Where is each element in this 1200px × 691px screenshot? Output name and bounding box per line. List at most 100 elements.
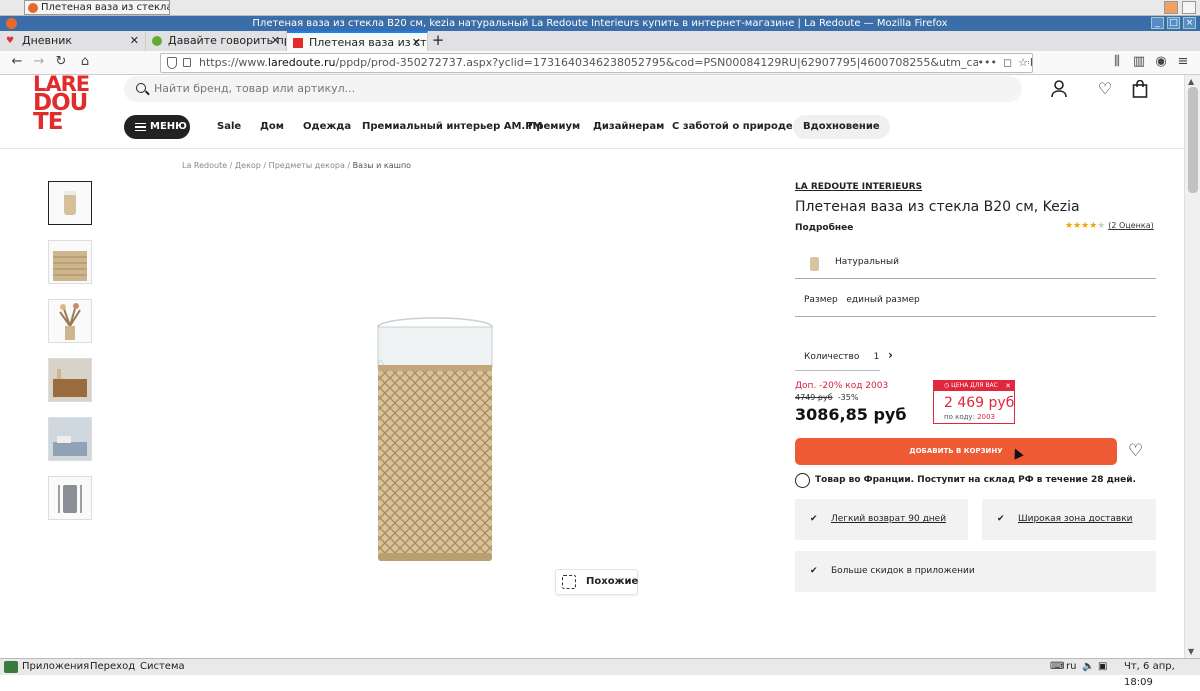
size-row[interactable]: Размер единый размер xyxy=(804,295,920,305)
address-bar[interactable]: https://www.laredoute.ru/ppdp/prod-35027… xyxy=(160,53,1033,73)
details-link[interactable]: Подробнее xyxy=(795,223,853,233)
close-tab-icon[interactable]: ✕ xyxy=(412,33,421,51)
thumbnail-vase-closeup[interactable] xyxy=(48,240,92,284)
tracking-shield-icon[interactable] xyxy=(167,57,177,69)
taskbar-window-button[interactable]: Плетеная ваза из стекла... xyxy=(24,0,170,15)
heart-favicon-icon: ♥ xyxy=(6,36,15,46)
thumbnail-vase[interactable] xyxy=(48,181,92,225)
forward-icon[interactable]: → xyxy=(30,53,48,71)
close-button[interactable]: × xyxy=(1183,17,1196,29)
user-icon[interactable] xyxy=(1050,80,1068,98)
feature-delivery-zone[interactable]: ✔ Широкая зона доставки xyxy=(982,499,1156,540)
wishlist-heart-icon[interactable]: ♡ xyxy=(1128,441,1143,461)
window-list-icon[interactable] xyxy=(1182,1,1196,14)
tab-product[interactable]: Плетеная ваза из стекл ✕ xyxy=(287,31,428,51)
similar-button[interactable]: Похожие xyxy=(555,569,638,595)
back-icon[interactable]: ← xyxy=(8,53,26,71)
breadcrumb-item[interactable]: Предметы декора xyxy=(269,161,345,170)
firefox-launcher-icon[interactable] xyxy=(1164,1,1178,14)
volume-icon[interactable]: 🔈 xyxy=(1082,659,1094,675)
scrollbar-thumb[interactable] xyxy=(1188,87,1198,193)
feature-app-discounts[interactable]: ✔ Больше скидок в приложении xyxy=(795,551,1156,592)
breadcrumb-item[interactable]: Вазы и кашпо xyxy=(353,161,411,170)
thumbnail-vase-dimensions[interactable] xyxy=(48,476,92,520)
top-panel: Плетеная ваза из стекла... xyxy=(0,0,1200,16)
network-icon[interactable]: ▣ xyxy=(1098,659,1107,675)
search-input[interactable]: Найти бренд, товар или артикул... xyxy=(124,76,1022,102)
close-icon[interactable]: ✕ xyxy=(1005,381,1011,391)
nav-inspiration[interactable]: Вдохновение xyxy=(793,115,890,139)
keyboard-layout[interactable]: ru xyxy=(1066,659,1076,675)
firefox-icon xyxy=(28,3,38,13)
thumbnail-bedroom-scene[interactable] xyxy=(48,417,92,461)
keyboard-icon[interactable]: ⌨ xyxy=(1050,659,1064,675)
clock[interactable]: Чт, 6 апр, 18:09 xyxy=(1124,659,1200,691)
tab-dnevnik[interactable]: ♥ Дневник ✕ xyxy=(0,31,146,51)
check-icon: ✔ xyxy=(810,514,818,524)
nav-eco[interactable]: С заботой о природе xyxy=(672,115,793,139)
account-icon[interactable]: ◉ xyxy=(1152,53,1170,71)
rating[interactable]: ★★★★★ (2 Оценка) xyxy=(1065,221,1154,231)
shipping-info: Товар во Франции. Поступит на склад РФ в… xyxy=(795,473,1136,488)
tab-label: Плетеная ваза из стекл xyxy=(309,36,427,49)
pocket-icon[interactable]: ◻ xyxy=(1003,54,1012,72)
breadcrumb-item[interactable]: La Redoute xyxy=(182,161,227,170)
thumbnail-sideboard-scene[interactable] xyxy=(48,358,92,402)
promo-price: 2 469 руб xyxy=(944,395,1015,411)
size-value: единый размер xyxy=(846,295,920,305)
color-selector[interactable]: Натуральный xyxy=(795,245,1156,278)
thumbnail-vase-with-flowers[interactable] xyxy=(48,299,92,343)
quantity-selector[interactable]: Количество 1 › xyxy=(804,348,893,362)
new-tab-button[interactable]: + xyxy=(430,31,446,51)
wishlist-heart-icon[interactable]: ♡ xyxy=(1096,80,1114,98)
visual-search-icon xyxy=(562,575,576,589)
promo-code-label: по коду: xyxy=(944,413,975,421)
url-path: /ppdp/prod-350272737.aspx?yclid=17316403… xyxy=(335,56,1033,69)
menu-button[interactable]: МЕНЮ xyxy=(124,115,190,139)
page-actions-icon[interactable]: ••• xyxy=(978,54,997,72)
close-tab-icon[interactable]: ✕ xyxy=(130,31,139,51)
home-icon[interactable]: ⌂ xyxy=(76,53,94,71)
tab-discussion[interactable]: Давайте говорить пра ✕ xyxy=(146,31,287,51)
laredoute-favicon-icon xyxy=(293,38,303,48)
laredoute-logo[interactable]: LARE DOU TE xyxy=(33,75,99,137)
chevron-right-icon[interactable]: › xyxy=(888,348,893,362)
minimize-button[interactable]: _ xyxy=(1151,17,1164,29)
cart-bag-icon[interactable] xyxy=(1131,79,1149,98)
scroll-down-icon[interactable]: ▼ xyxy=(1188,647,1194,656)
feature-label: Легкий возврат 90 дней xyxy=(831,514,947,524)
nav-home[interactable]: Дом xyxy=(260,115,284,139)
search-placeholder: Найти бренд, товар или артикул... xyxy=(154,82,356,95)
feature-easy-return[interactable]: ✔ Легкий возврат 90 дней xyxy=(795,499,968,540)
feature-label: Больше скидок в приложении xyxy=(831,566,975,576)
page-scrollbar[interactable]: ▲ ▼ xyxy=(1184,75,1200,658)
sidebar-icon[interactable]: ▥ xyxy=(1130,53,1148,71)
breadcrumb-item[interactable]: Декор xyxy=(235,161,261,170)
add-to-cart-button[interactable]: ДОБАВИТЬ В КОРЗИНУ xyxy=(795,438,1117,465)
nav-ampm[interactable]: Премиальный интерьер AM.PM xyxy=(362,115,543,139)
nav-premium[interactable]: Премиум xyxy=(528,115,580,139)
product-main-image[interactable] xyxy=(360,313,510,569)
menu-system[interactable]: Система xyxy=(140,659,185,675)
menu-applications[interactable]: Приложения xyxy=(22,659,89,675)
size-label: Размер xyxy=(804,295,838,305)
nav-designers[interactable]: Дизайнерам xyxy=(593,115,664,139)
hamburger-menu-icon[interactable]: ≡ xyxy=(1174,53,1192,71)
apps-menu-icon[interactable] xyxy=(4,661,18,673)
quantity-value: 1 xyxy=(873,352,880,362)
menu-places[interactable]: Переход xyxy=(90,659,135,675)
nav-sale[interactable]: Sale xyxy=(217,115,241,139)
library-icon[interactable]: ⫼ xyxy=(1108,53,1126,71)
reload-icon[interactable]: ↻ xyxy=(52,53,70,71)
maximize-button[interactable]: □ xyxy=(1167,17,1180,29)
close-tab-icon[interactable]: ✕ xyxy=(271,31,280,51)
lock-icon[interactable] xyxy=(183,58,191,67)
url-host: laredoute.ru xyxy=(267,56,336,69)
rating-count[interactable]: (2 Оценка) xyxy=(1108,221,1154,230)
brand-link[interactable]: LA REDOUTE INTERIEURS xyxy=(795,182,922,192)
bookmark-star-icon[interactable]: ☆ xyxy=(1018,54,1028,72)
old-price: 4749 руб xyxy=(795,393,833,402)
menu-label: МЕНЮ xyxy=(150,121,187,132)
scroll-up-icon[interactable]: ▲ xyxy=(1188,77,1194,86)
nav-clothing[interactable]: Одежда xyxy=(303,115,351,139)
